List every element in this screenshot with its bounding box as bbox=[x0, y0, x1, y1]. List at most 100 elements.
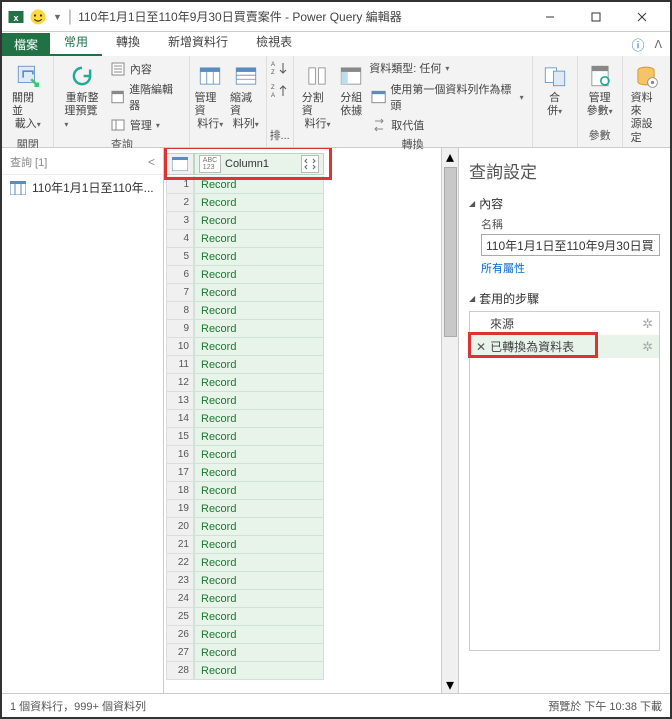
grid-corner[interactable] bbox=[166, 153, 194, 175]
minimize-button[interactable] bbox=[527, 2, 573, 32]
table-row[interactable]: 6Record bbox=[166, 266, 441, 284]
tab-add-column[interactable]: 新增資料行 bbox=[154, 29, 242, 56]
sort-desc-icon[interactable]: ZA bbox=[271, 83, 289, 104]
table-row[interactable]: 15Record bbox=[166, 428, 441, 446]
replace-values-button[interactable]: 取代值 bbox=[369, 116, 525, 134]
reduce-rows-button[interactable]: 縮減資 料列▾ bbox=[228, 60, 264, 134]
help-icon[interactable]: ⓘ bbox=[631, 35, 644, 54]
table-row[interactable]: 14Record bbox=[166, 410, 441, 428]
cell-value[interactable]: Record bbox=[194, 248, 324, 266]
table-row[interactable]: 5Record bbox=[166, 248, 441, 266]
properties-button[interactable]: 內容 bbox=[108, 60, 184, 78]
data-source-settings-button[interactable]: 資料來 源設定 bbox=[627, 60, 666, 147]
table-row[interactable]: 10Record bbox=[166, 338, 441, 356]
content-section-header[interactable]: 內容 bbox=[469, 195, 660, 212]
table-row[interactable]: 19Record bbox=[166, 500, 441, 518]
table-row[interactable]: 20Record bbox=[166, 518, 441, 536]
cell-value[interactable]: Record bbox=[194, 554, 324, 572]
table-row[interactable]: 17Record bbox=[166, 464, 441, 482]
datatype-dropdown[interactable]: 資料類型: 任何▾ bbox=[369, 60, 525, 76]
all-properties-link[interactable]: 所有屬性 bbox=[481, 260, 525, 276]
cell-value[interactable]: Record bbox=[194, 572, 324, 590]
cell-value[interactable]: Record bbox=[194, 266, 324, 284]
table-row[interactable]: 7Record bbox=[166, 284, 441, 302]
column-type-icon[interactable]: ABC123 bbox=[199, 155, 221, 173]
tab-transform[interactable]: 轉換 bbox=[102, 29, 154, 56]
cell-value[interactable]: Record bbox=[194, 320, 324, 338]
expand-column-icon[interactable] bbox=[301, 155, 319, 173]
group-by-button[interactable]: 分組 依據 bbox=[335, 60, 367, 120]
refresh-preview-button[interactable]: 重新整 理預覽▾ bbox=[60, 60, 103, 134]
table-row[interactable]: 21Record bbox=[166, 536, 441, 554]
table-row[interactable]: 28Record bbox=[166, 662, 441, 680]
step-converted-to-table[interactable]: ✕已轉換為資料表 ✲ bbox=[470, 335, 659, 358]
vertical-scrollbar[interactable]: ▴ ▾ bbox=[441, 148, 458, 693]
combine-button[interactable]: 合 併▾ bbox=[537, 60, 573, 120]
column-header[interactable]: ABC123 Column1 bbox=[194, 153, 324, 175]
tab-view[interactable]: 檢視表 bbox=[242, 29, 306, 56]
table-row[interactable]: 3Record bbox=[166, 212, 441, 230]
cell-value[interactable]: Record bbox=[194, 500, 324, 518]
table-row[interactable]: 4Record bbox=[166, 230, 441, 248]
split-column-button[interactable]: 分割資 料行▾ bbox=[300, 60, 335, 134]
table-row[interactable]: 13Record bbox=[166, 392, 441, 410]
sort-asc-icon[interactable]: AZ bbox=[271, 60, 289, 81]
cell-value[interactable]: Record bbox=[194, 518, 324, 536]
gear-icon[interactable]: ✲ bbox=[642, 339, 653, 355]
delete-step-icon[interactable]: ✕ bbox=[476, 340, 486, 354]
cell-value[interactable]: Record bbox=[194, 482, 324, 500]
table-row[interactable]: 25Record bbox=[166, 608, 441, 626]
query-name-input[interactable] bbox=[481, 234, 660, 256]
use-first-row-as-header-button[interactable]: 使用第一個資料列作為標頭▾ bbox=[369, 80, 525, 114]
cell-value[interactable]: Record bbox=[194, 446, 324, 464]
cell-value[interactable]: Record bbox=[194, 176, 324, 194]
scroll-up-icon[interactable]: ▴ bbox=[442, 148, 458, 165]
cell-value[interactable]: Record bbox=[194, 662, 324, 680]
scroll-down-icon[interactable]: ▾ bbox=[442, 676, 458, 693]
table-row[interactable]: 24Record bbox=[166, 590, 441, 608]
table-row[interactable]: 8Record bbox=[166, 302, 441, 320]
cell-value[interactable]: Record bbox=[194, 212, 324, 230]
collapse-pane-icon[interactable]: < bbox=[148, 155, 155, 169]
cell-value[interactable]: Record bbox=[194, 590, 324, 608]
table-row[interactable]: 18Record bbox=[166, 482, 441, 500]
cell-value[interactable]: Record bbox=[194, 536, 324, 554]
table-row[interactable]: 22Record bbox=[166, 554, 441, 572]
cell-value[interactable]: Record bbox=[194, 626, 324, 644]
table-row[interactable]: 12Record bbox=[166, 374, 441, 392]
table-row[interactable]: 27Record bbox=[166, 644, 441, 662]
maximize-button[interactable] bbox=[573, 2, 619, 32]
table-row[interactable]: 11Record bbox=[166, 356, 441, 374]
step-source[interactable]: 來源 ✲ bbox=[470, 312, 659, 335]
table-row[interactable]: 26Record bbox=[166, 626, 441, 644]
smiley-dropdown-icon[interactable]: ▼ bbox=[53, 12, 62, 22]
cell-value[interactable]: Record bbox=[194, 410, 324, 428]
table-row[interactable]: 1Record bbox=[166, 176, 441, 194]
cell-value[interactable]: Record bbox=[194, 194, 324, 212]
close-button[interactable] bbox=[619, 2, 665, 32]
manage-columns-button[interactable]: 管理資 料行▾ bbox=[192, 60, 228, 134]
collapse-ribbon-icon[interactable]: ᐱ bbox=[654, 38, 662, 51]
cell-value[interactable]: Record bbox=[194, 464, 324, 482]
gear-icon[interactable]: ✲ bbox=[642, 316, 653, 332]
cell-value[interactable]: Record bbox=[194, 230, 324, 248]
cell-value[interactable]: Record bbox=[194, 644, 324, 662]
cell-value[interactable]: Record bbox=[194, 392, 324, 410]
applied-steps-header[interactable]: 套用的步驟 bbox=[469, 290, 660, 307]
manage-parameters-button[interactable]: 管理 參數▾ bbox=[582, 60, 618, 120]
table-row[interactable]: 16Record bbox=[166, 446, 441, 464]
table-row[interactable]: 9Record bbox=[166, 320, 441, 338]
cell-value[interactable]: Record bbox=[194, 608, 324, 626]
cell-value[interactable]: Record bbox=[194, 356, 324, 374]
cell-value[interactable]: Record bbox=[194, 374, 324, 392]
file-tab[interactable]: 檔案 bbox=[2, 33, 50, 56]
table-row[interactable]: 2Record bbox=[166, 194, 441, 212]
cell-value[interactable]: Record bbox=[194, 284, 324, 302]
manage-query-button[interactable]: 管理▾ bbox=[108, 116, 184, 134]
table-row[interactable]: 23Record bbox=[166, 572, 441, 590]
cell-value[interactable]: Record bbox=[194, 302, 324, 320]
scroll-thumb[interactable] bbox=[444, 167, 457, 337]
close-and-load-button[interactable]: 關閉並 載入▾ bbox=[8, 60, 47, 134]
cell-value[interactable]: Record bbox=[194, 428, 324, 446]
tab-home[interactable]: 常用 bbox=[50, 29, 102, 56]
